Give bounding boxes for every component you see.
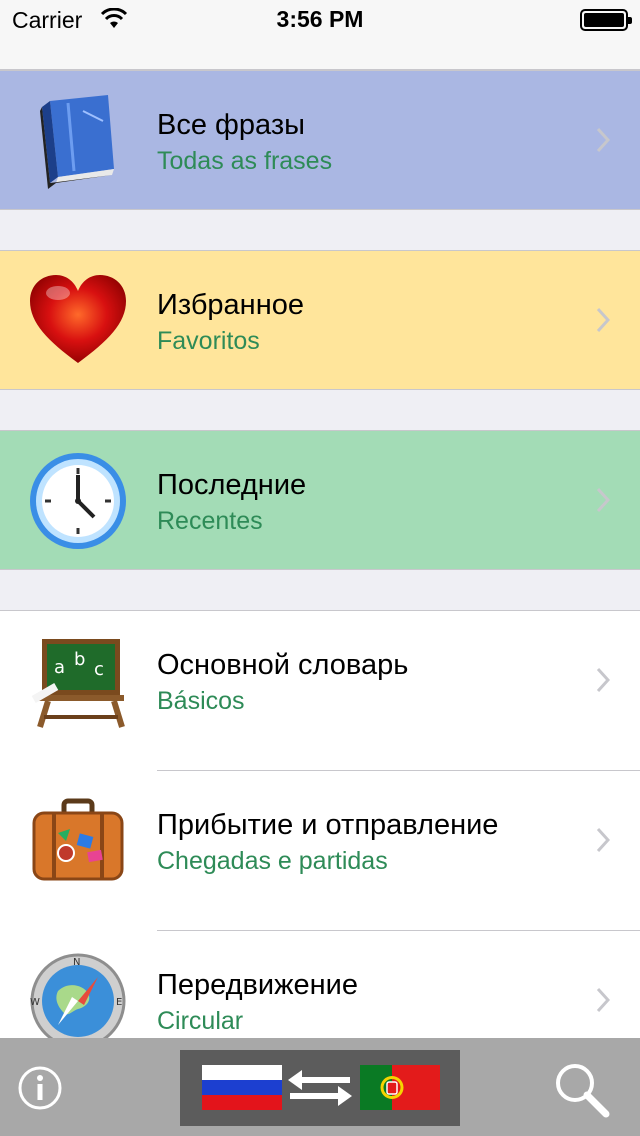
chevron-right-icon	[596, 307, 610, 333]
category-subtitle: Básicos	[157, 687, 245, 715]
info-icon[interactable]	[17, 1065, 63, 1111]
chevron-right-icon	[596, 487, 610, 513]
category-subtitle: Circular	[157, 1007, 244, 1035]
categories-list: a b c Основной словарь Básicos Прибытие …	[0, 610, 640, 1040]
favorites-title: Избранное	[157, 289, 304, 321]
svg-text:W: W	[30, 997, 40, 1008]
battery-icon	[580, 9, 632, 31]
svg-text:N: N	[73, 957, 80, 968]
favorites-row[interactable]: Избранное Favoritos	[0, 250, 640, 390]
language-swap-button[interactable]	[180, 1050, 460, 1126]
bottom-toolbar	[0, 1038, 640, 1136]
category-row-basics[interactable]: a b c Основной словарь Básicos	[0, 611, 640, 751]
category-title: Передвижение	[157, 969, 358, 1001]
chevron-right-icon	[596, 987, 610, 1013]
magnifier-icon[interactable]	[552, 1060, 610, 1118]
svg-text:E: E	[116, 997, 122, 1008]
status-bar: Carrier 3:56 PM	[0, 0, 640, 40]
clock-icon	[30, 453, 126, 549]
chalkboard-icon: a b c	[31, 639, 125, 728]
nav-bar	[0, 40, 640, 70]
svg-text:b: b	[74, 649, 85, 670]
chevron-right-icon	[596, 827, 610, 853]
chevron-right-icon	[596, 667, 610, 693]
all-phrases-subtitle: Todas as frases	[157, 147, 333, 175]
category-row-arrivals[interactable]: Прибытие и отправление Chegadas e partid…	[0, 771, 640, 911]
status-time: 3:56 PM	[276, 6, 364, 32]
heart-icon	[30, 275, 126, 363]
category-row-getting-around[interactable]: N W E Передвижение Circular	[0, 931, 640, 1040]
category-title: Основной словарь	[157, 649, 409, 681]
swap-arrows-icon	[288, 1070, 352, 1106]
favorites-subtitle: Favoritos	[157, 327, 260, 355]
chevron-right-icon	[596, 127, 610, 153]
suitcase-icon	[32, 798, 124, 881]
all-phrases-title: Все фразы	[157, 109, 305, 141]
compass-icon: N W E	[30, 953, 126, 1040]
recents-subtitle: Recentes	[157, 507, 263, 535]
category-title: Прибытие и отправление	[157, 809, 499, 841]
svg-text:c: c	[94, 659, 104, 680]
portugal-flag-icon	[360, 1065, 440, 1110]
book-icon	[40, 95, 114, 189]
recents-row[interactable]: Последние Recentes	[0, 430, 640, 570]
all-phrases-row[interactable]: Все фразы Todas as frases	[0, 70, 640, 210]
russia-flag-icon	[202, 1065, 282, 1110]
recents-title: Последние	[157, 469, 307, 501]
category-subtitle: Chegadas e partidas	[157, 847, 388, 875]
svg-text:a: a	[54, 657, 65, 678]
